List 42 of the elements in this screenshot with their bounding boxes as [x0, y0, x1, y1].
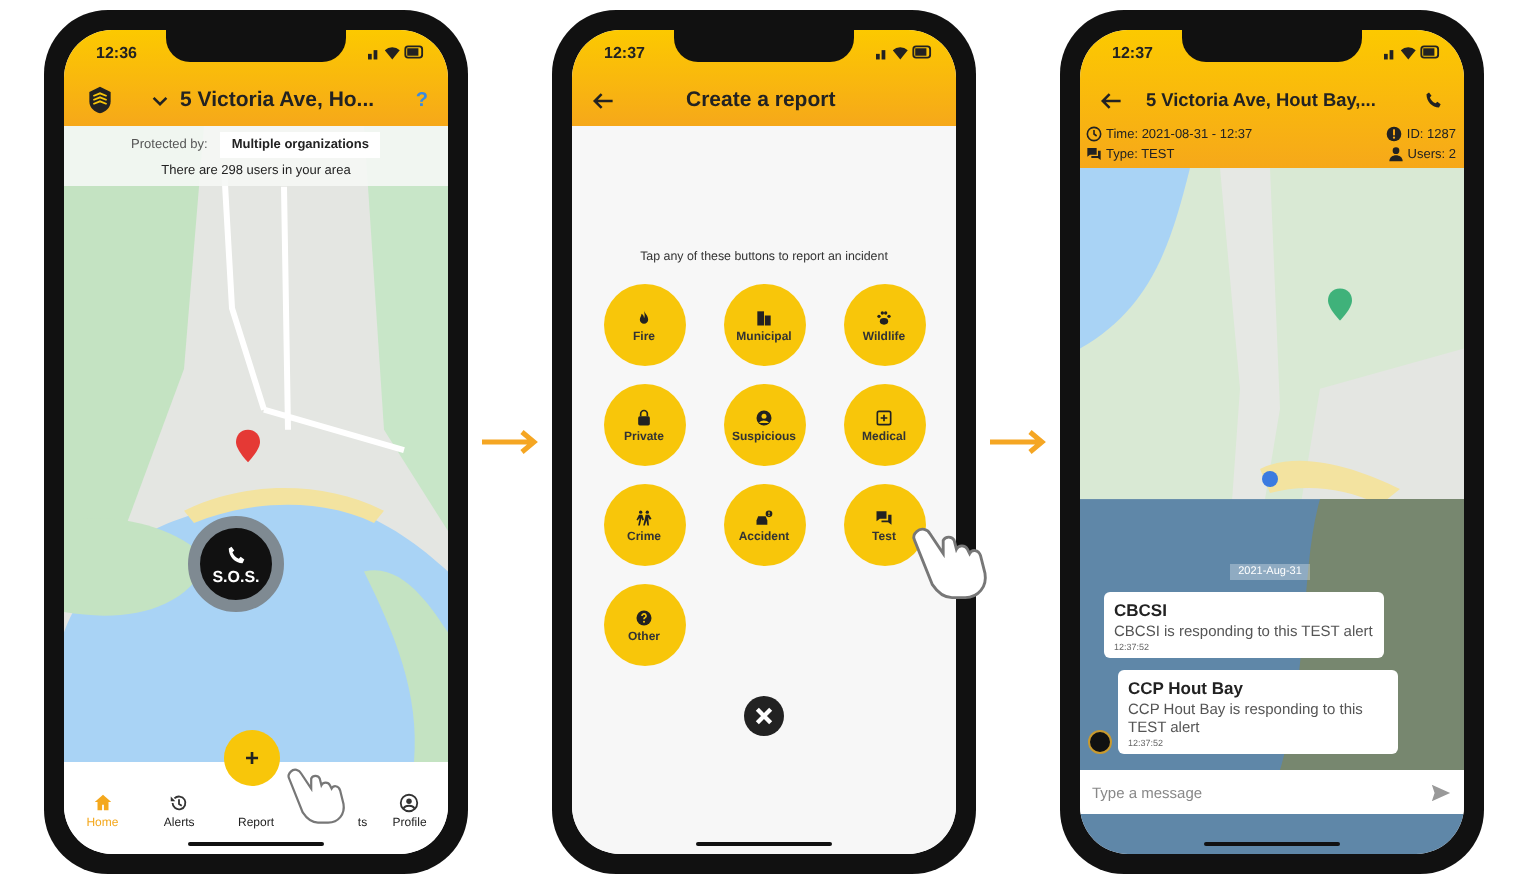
- phone-icon: [225, 543, 247, 565]
- message-sender: CCP Hout Bay: [1128, 678, 1245, 698]
- home-indicator: [188, 842, 324, 846]
- phone-icon[interactable]: [1424, 90, 1444, 110]
- back-arrow-icon[interactable]: [592, 91, 614, 109]
- incident-icon: [754, 307, 774, 327]
- alert-icon: [1386, 126, 1403, 142]
- incident-icon: [754, 407, 774, 427]
- history-icon: [168, 792, 191, 814]
- chevron-down-icon[interactable]: [152, 95, 168, 105]
- incident-icon: [634, 307, 654, 327]
- home-icon: [91, 792, 114, 814]
- status-time: 12:37: [1112, 43, 1153, 61]
- right-arrow-icon: [988, 430, 1048, 454]
- status-icons: [368, 44, 424, 60]
- shield-logo-icon: [84, 84, 116, 116]
- incident-icon: [634, 407, 654, 427]
- address-selector[interactable]: 5 Victoria Ave, Ho...: [180, 88, 404, 112]
- incident-icon: [754, 507, 774, 527]
- home-indicator: [696, 842, 832, 846]
- user-icon: [1387, 146, 1404, 162]
- incident-icon: [874, 507, 894, 527]
- incident-icon: [874, 407, 894, 427]
- alert-address: 5 Victoria Ave, Hout Bay,...: [1146, 90, 1378, 110]
- status-icons: [1384, 44, 1440, 60]
- status-time: 12:37: [604, 43, 645, 61]
- message-sender: CBCSI: [1114, 600, 1169, 620]
- incident-icon: [634, 507, 654, 527]
- clock-icon: [1086, 126, 1102, 142]
- back-arrow-icon[interactable]: [1100, 91, 1122, 109]
- status-time: 12:36: [96, 43, 137, 61]
- right-arrow-icon: [480, 430, 540, 454]
- send-icon[interactable]: [1430, 781, 1452, 803]
- add-report-button[interactable]: +: [224, 730, 280, 786]
- incident-icon: [874, 307, 894, 327]
- screen-title: Create a report: [686, 88, 836, 112]
- status-icons: [876, 44, 932, 60]
- incident-icon: [634, 607, 654, 627]
- close-button[interactable]: [744, 696, 784, 736]
- home-indicator: [1204, 842, 1340, 846]
- profile-icon: [398, 792, 421, 814]
- chat-icon: [1086, 146, 1102, 162]
